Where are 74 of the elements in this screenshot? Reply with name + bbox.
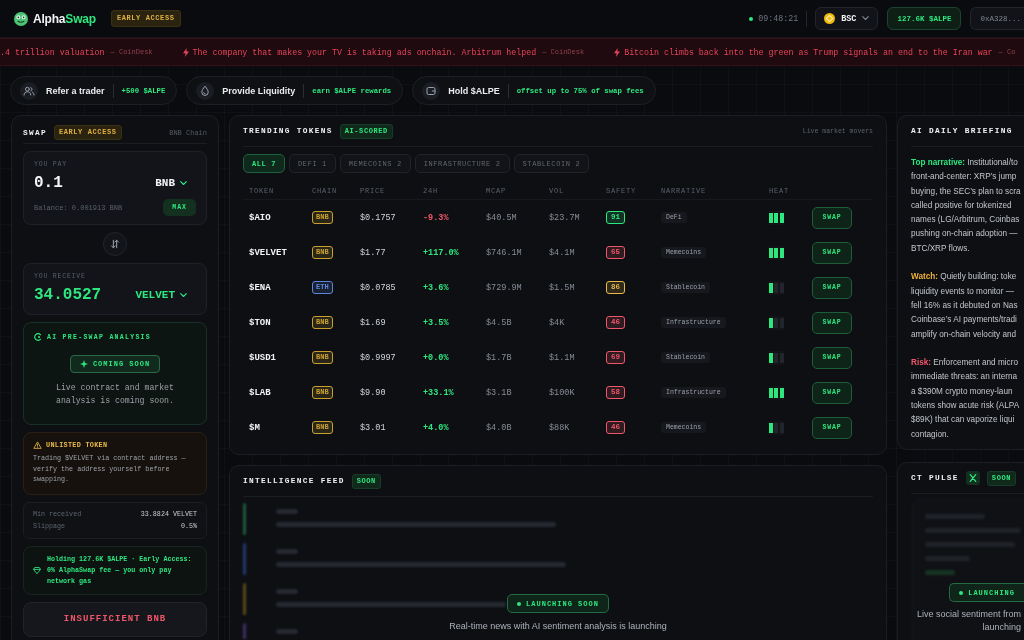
- chevron-down-icon: [862, 16, 870, 21]
- coin-icon: [824, 13, 836, 24]
- volume-cell: $88K: [549, 422, 570, 433]
- change-cell: -9.3%: [423, 212, 449, 223]
- price-cell: $0.0785: [360, 282, 396, 293]
- gem-icon: [33, 566, 41, 574]
- price-cell: $9.90: [360, 387, 386, 398]
- news-headline[interactable]: The company that makes your TV is taking ads onchain. Arbitrum helped: [192, 47, 537, 57]
- change-cell: +0.0%: [423, 352, 449, 363]
- volume-cell: $100K: [549, 387, 575, 398]
- market-cap-cell: $746.1M: [486, 247, 522, 258]
- token-symbol: $VELVET: [249, 247, 287, 258]
- droplet-icon: [196, 81, 215, 100]
- price-cell: $3.01: [360, 422, 386, 433]
- news-headline[interactable]: Bitcoin climbs back into the green as Trump signals an end to the Iran war: [624, 47, 993, 57]
- analysis-text: Live contract and market analysis is coming soon.: [55, 382, 175, 407]
- warning-icon: [33, 441, 42, 450]
- wallet-icon: [422, 81, 441, 100]
- price-cell: $0.1757: [360, 212, 396, 223]
- price-cell: $1.77: [360, 247, 386, 258]
- token-selector[interactable]: BNB: [155, 177, 187, 189]
- market-cap-cell: $729.9M: [486, 282, 522, 293]
- market-cap-cell: $40.5M: [486, 212, 517, 223]
- token-symbol: $AIO: [249, 212, 271, 223]
- swap-arrows-icon: [110, 239, 120, 249]
- volume-cell: $23.7M: [549, 212, 580, 223]
- status-dot-icon: [749, 16, 754, 21]
- token-symbol: $USD1: [249, 352, 276, 363]
- receive-amount: 34.0527: [34, 286, 102, 304]
- token-symbol: $LAB: [249, 387, 271, 398]
- volume-cell: $1.5M: [549, 282, 575, 293]
- chevron-down-icon: [180, 180, 187, 186]
- network-selector[interactable]: BSC: [815, 7, 879, 30]
- price-cell: $0.9997: [360, 352, 396, 363]
- bolt-icon: [182, 47, 189, 57]
- launch-note: Live social sentiment from launching: [916, 608, 1022, 634]
- volume-cell: $4K: [549, 317, 565, 328]
- token-symbol: $M: [249, 422, 260, 433]
- change-cell: +3.5%: [423, 317, 449, 328]
- market-cap-cell: $3.1B: [486, 387, 512, 398]
- logo-icon: [14, 11, 28, 26]
- letter-x-icon: [965, 471, 980, 485]
- crescent-icon: [34, 333, 42, 341]
- market-cap-cell: $4.5B: [486, 317, 512, 328]
- news-headline[interactable]: .4 trillion valuation: [0, 47, 105, 57]
- users-icon: [20, 81, 38, 100]
- change-cell: +33.1%: [423, 387, 454, 398]
- brand-name: AlphaSwap: [33, 11, 96, 26]
- volume-cell: $4.1M: [549, 247, 575, 258]
- market-cap-cell: $4.0B: [486, 422, 512, 433]
- promo-label: Hold $ALPE: [448, 85, 500, 96]
- change-cell: +117.0%: [423, 247, 459, 258]
- swap-direction-button[interactable]: [103, 232, 127, 256]
- bolt-icon: [614, 47, 621, 57]
- token-symbol: $TON: [249, 317, 271, 328]
- amount-field[interactable]: 0.1: [34, 174, 63, 192]
- launch-note: Real-time news with AI sentiment analysis is launching: [449, 621, 667, 631]
- promo-label: Refer a trader: [46, 85, 105, 96]
- volume-cell: $1.1M: [549, 352, 575, 363]
- market-cap-cell: $1.7B: [486, 352, 512, 363]
- sparkle-icon: [79, 360, 88, 368]
- briefing-paragraph: Watch: Quietly building: toke liquidity events to monitor — fell 16% as it debuted on Nas Coinbase’s AI payments/tradi amplify on-chain velocity and: [911, 271, 1019, 341]
- promo-label: Provide Liquidity: [222, 85, 296, 96]
- chevron-down-icon: [180, 292, 187, 298]
- token-symbol: $ENA: [249, 282, 271, 293]
- briefing-paragraph: Top narrative: Institutional/to front-and-center: XRP’s jump buying, the SEC’s plan to scra called positive for tokenized names (LG/Arbitrum, Coinbas pushing on-chain adoption — BTC/XRP flows.: [911, 157, 1022, 255]
- price-cell: $1.69: [360, 317, 386, 328]
- change-cell: +3.6%: [423, 282, 449, 293]
- status-dot-icon: [959, 590, 964, 595]
- status-dot-icon: [517, 601, 522, 606]
- change-cell: +4.0%: [423, 422, 449, 433]
- briefing-paragraph: Risk: Enforcement and micro immediate threats: an interna a $390M crypto money-laun tokens show acute risk (ALPA $89K) that can vaporize liqui contagion.: [911, 357, 1021, 441]
- clock-time: 09:48:21: [758, 14, 799, 23]
- token-selector[interactable]: VELVET: [135, 289, 187, 301]
